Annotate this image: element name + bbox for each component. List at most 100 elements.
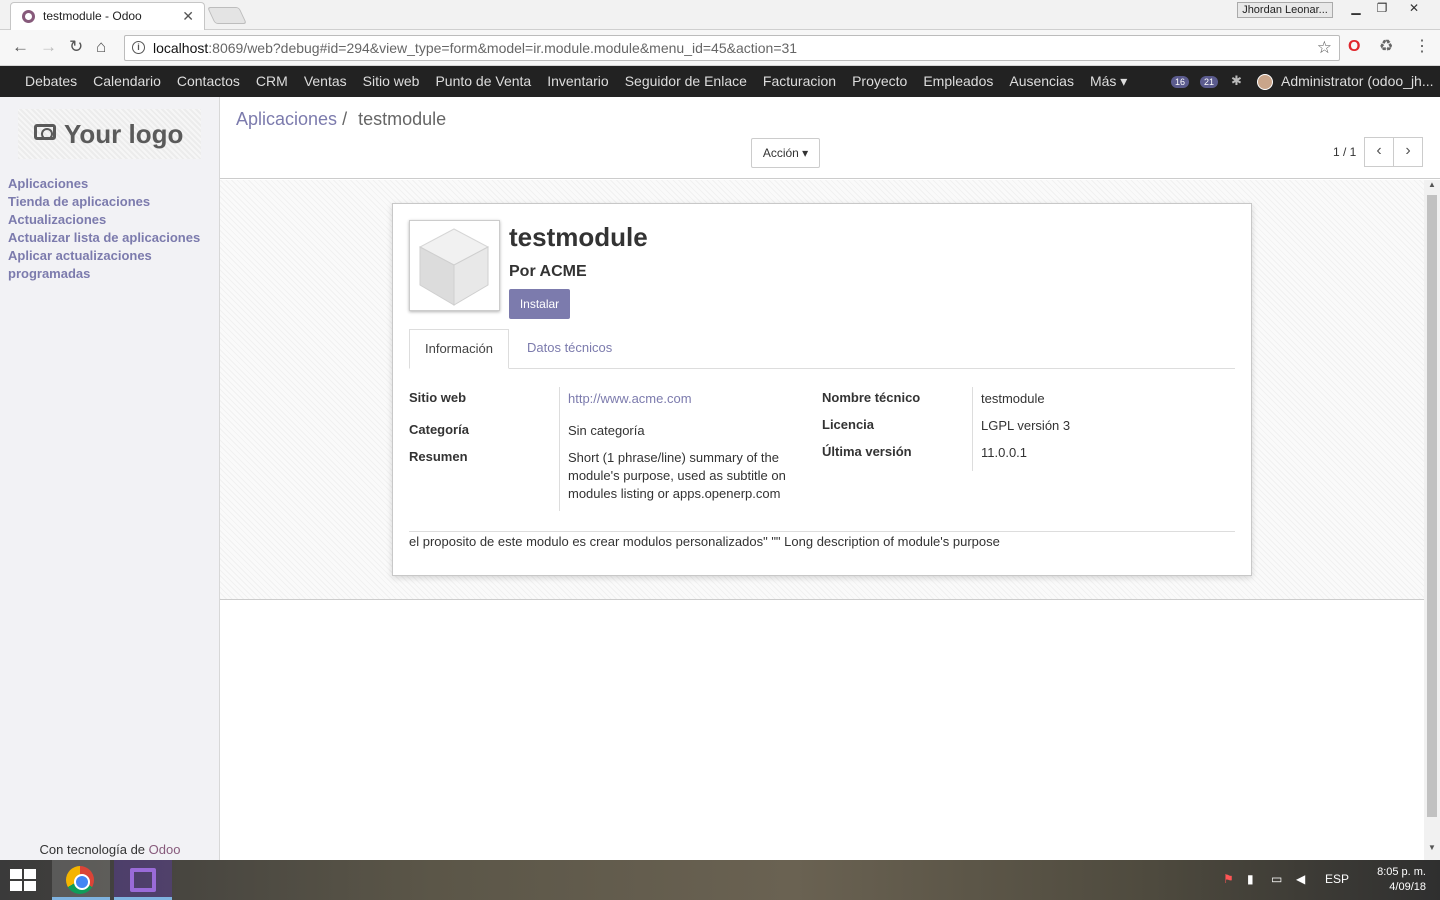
summary-value: Short (1 phrase/line) summary of the mod…	[568, 450, 786, 501]
version-value: 11.0.0.1	[981, 445, 1028, 460]
url-host: localhost	[153, 40, 209, 56]
browser-toolbar: ← → ↻ ⌂ i localhost:8069/web?debug#id=29…	[0, 30, 1440, 66]
pager-previous-button[interactable]: ‹	[1364, 137, 1394, 167]
breadcrumb: Aplicaciones / testmodule	[236, 109, 446, 130]
notebook-tabs: Información Datos técnicos	[409, 329, 1235, 369]
topnav-item[interactable]: CRM	[248, 66, 296, 97]
sidebar: Your logo Aplicaciones Tienda de aplicaci…	[0, 97, 220, 860]
powered-prefix: Con tecnología de	[39, 842, 149, 857]
scrollbar-thumb[interactable]	[1427, 195, 1437, 817]
sidebar-menu: Aplicaciones Tienda de aplicaciones Actual…	[8, 175, 213, 283]
scroll-up-icon[interactable]: ▲	[1424, 180, 1440, 189]
module-icon	[409, 220, 500, 311]
module-author: Por ACME	[509, 263, 587, 280]
forward-icon[interactable]: →	[40, 38, 57, 56]
label-nombre-tecnico: Nombre técnico	[822, 390, 921, 405]
info-icon[interactable]: i	[132, 41, 145, 54]
topnav-item[interactable]: Seguidor de Enlace	[617, 66, 755, 97]
chrome-icon	[66, 866, 94, 894]
restore-icon[interactable]: ❐	[1369, 0, 1395, 18]
user-menu[interactable]: Administrator (odoo_jh...	[1257, 66, 1434, 97]
tab-datos-tecnicos[interactable]: Datos técnicos	[512, 329, 627, 369]
reload-icon[interactable]: ↻	[69, 38, 83, 56]
scrollbar[interactable]: ▲ ▼	[1424, 180, 1440, 860]
debug-bug-icon[interactable]: ✱	[1231, 73, 1242, 89]
opera-extension-icon[interactable]: O	[1348, 38, 1360, 56]
pager-value[interactable]: 1 / 1	[1333, 145, 1356, 159]
recycle-extension-icon[interactable]: ♻	[1379, 38, 1393, 56]
home-icon[interactable]: ⌂	[96, 38, 106, 56]
form-sheet: testmodule Por ACME Instalar Información…	[392, 203, 1252, 576]
odoo-link[interactable]: Odoo	[149, 842, 181, 857]
app-menu: Debates Calendario Contactos CRM Ventas Sitio…	[17, 66, 1135, 97]
topnav-item[interactable]: Debates	[17, 66, 85, 97]
main-content: Aplicaciones / testmodule Acción ▾ 1 / 1…	[220, 97, 1440, 860]
taskbar-chrome[interactable]	[52, 860, 110, 900]
divider	[409, 531, 1235, 532]
url-path: :8069/web?debug#id=294&view_type=form&mo…	[208, 40, 798, 56]
topnav-item[interactable]: Calendario	[85, 66, 169, 97]
browser-tab[interactable]: testmodule - Odoo ✕	[10, 2, 205, 30]
topnav-item[interactable]: Ventas	[296, 66, 355, 97]
profile-chip[interactable]: Jhordan Leonar...	[1237, 2, 1333, 18]
windows-taskbar: ⚑ ▮ ▭ ◀ ESP 8:05 p. m. 4/09/18	[0, 860, 1440, 900]
breadcrumb-aplicaciones[interactable]: Aplicaciones	[236, 109, 337, 129]
topnav-item[interactable]: Ausencias	[1001, 66, 1082, 97]
battery-icon[interactable]: ▮	[1247, 872, 1254, 886]
back-icon[interactable]: ←	[12, 38, 29, 56]
topnav-item[interactable]: Inventario	[539, 66, 616, 97]
minimize-icon[interactable]: ▁	[1343, 0, 1369, 18]
activity-badge[interactable]: 16	[1171, 76, 1190, 88]
odoo-main-navbar: Debates Calendario Contactos CRM Ventas Sitio…	[0, 66, 1440, 97]
action-dropdown-button[interactable]: Acción ▾	[751, 138, 820, 168]
category-value: Sin categoría	[568, 423, 645, 438]
new-tab-button[interactable]	[207, 7, 247, 24]
cube-icon	[418, 228, 490, 306]
sidebar-item[interactable]: Aplicar actualizaciones programadas	[8, 247, 213, 283]
label-resumen: Resumen	[409, 449, 468, 464]
clock-date: 4/09/18	[1389, 881, 1426, 893]
sidebar-item[interactable]: Aplicaciones	[8, 175, 213, 193]
label-categoria: Categoría	[409, 422, 469, 437]
browser-tab-strip: testmodule - Odoo ✕ Jhordan Leonar... ▁ …	[0, 0, 1440, 30]
windows-start-icon[interactable]	[10, 869, 38, 891]
form-background: testmodule Por ACME Instalar Información…	[220, 180, 1424, 600]
powered-by: Con tecnología de Odoo	[0, 842, 220, 857]
visual-studio-icon	[130, 868, 156, 892]
topnav-item[interactable]: Proyecto	[844, 66, 915, 97]
close-tab-icon[interactable]: ✕	[182, 3, 194, 29]
network-icon[interactable]: ▭	[1271, 872, 1282, 886]
logo-text: Your logo	[64, 119, 184, 149]
taskbar-visual-studio[interactable]	[114, 860, 172, 900]
company-logo[interactable]: Your logo	[18, 109, 201, 159]
topnav-item[interactable]: Más ▾	[1082, 66, 1135, 97]
sidebar-item[interactable]: Actualizaciones	[8, 211, 213, 229]
menu-kebab-icon[interactable]: ⋮	[1414, 38, 1430, 56]
sidebar-item[interactable]: Actualizar lista de aplicaciones	[8, 229, 213, 247]
tab-informacion[interactable]: Información	[409, 329, 509, 369]
topnav-item[interactable]: Punto de Venta	[427, 66, 539, 97]
label-sitio-web: Sitio web	[409, 390, 467, 405]
topnav-item[interactable]: Contactos	[169, 66, 248, 97]
scroll-down-icon[interactable]: ▼	[1424, 843, 1440, 852]
bookmark-star-icon[interactable]: ☆	[1317, 36, 1332, 60]
sidebar-item[interactable]: Tienda de aplicaciones	[8, 193, 213, 211]
close-window-icon[interactable]: ✕	[1401, 0, 1427, 18]
messages-badge[interactable]: 21	[1200, 76, 1219, 88]
topnav-item[interactable]: Facturacion	[755, 66, 844, 97]
divider	[972, 387, 973, 471]
control-panel: Aplicaciones / testmodule Acción ▾ 1 / 1…	[220, 97, 1440, 179]
topnav-item[interactable]: Sitio web	[355, 66, 428, 97]
language-indicator[interactable]: ESP	[1325, 872, 1349, 886]
website-link[interactable]: http://www.acme.com	[568, 390, 692, 408]
address-bar[interactable]: i localhost:8069/web?debug#id=294&view_t…	[124, 35, 1340, 61]
pager-next-button[interactable]: ›	[1393, 137, 1423, 167]
install-button[interactable]: Instalar	[509, 289, 570, 319]
module-description: el proposito de este modulo es crear mod…	[409, 534, 1000, 549]
volume-icon[interactable]: ◀	[1296, 872, 1305, 886]
topnav-item[interactable]: Empleados	[915, 66, 1001, 97]
clock[interactable]: 8:05 p. m. 4/09/18	[1360, 865, 1426, 895]
label-licencia: Licencia	[822, 417, 875, 432]
no-network-flag-icon[interactable]: ⚑	[1223, 872, 1234, 886]
user-name: Administrator (odoo_jh...	[1281, 73, 1434, 89]
